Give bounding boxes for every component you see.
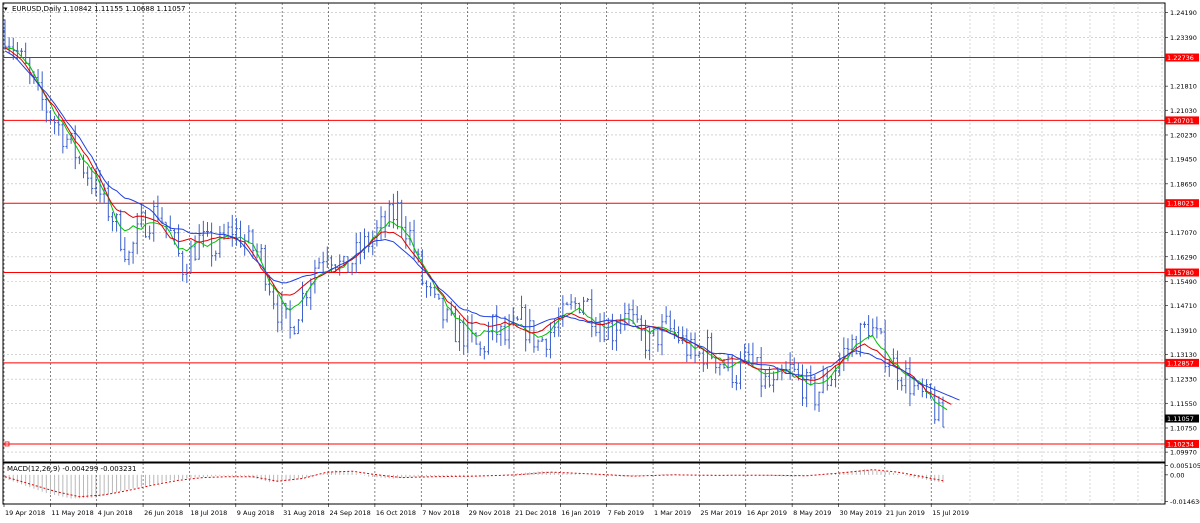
x-tick-label: 8 May 2019: [793, 509, 831, 517]
x-tick-label: 16 Apr 2019: [747, 509, 787, 517]
x-tick-label: 1 Mar 2019: [654, 509, 691, 517]
x-tick-label: 16 Jan 2019: [561, 509, 600, 517]
x-tick-label: 4 Jun 2018: [98, 509, 133, 517]
level-label: 1.22736: [1167, 54, 1194, 62]
y-tick-label: 1.13130: [1170, 351, 1197, 359]
x-tick-label: 9 Aug 2018: [237, 509, 275, 517]
y-tick-label: 1.24190: [1170, 9, 1197, 17]
y-tick-label: 1.10750: [1170, 425, 1197, 433]
macd-y-tick-label: 0.00: [1170, 471, 1184, 479]
y-tick-label: 1.09970: [1170, 449, 1197, 457]
x-tick-label: 25 Mar 2019: [700, 509, 741, 517]
symbol-label: EURUSD,Daily: [12, 5, 61, 13]
y-tick-label: 1.19450: [1170, 156, 1197, 164]
trading-chart[interactable]: 1.22736 1.20701 1.18023 1.15780 1.12857 1.102…: [0, 0, 1200, 523]
y-tick-label: 1.21030: [1170, 107, 1197, 115]
y-tick-label: 1.12330: [1170, 376, 1197, 384]
level-label: 1.12857: [1167, 359, 1194, 367]
y-tick-label: 1.14710: [1170, 302, 1197, 310]
level-label: 1.10234: [1167, 440, 1194, 448]
y-tick-label: 1.20230: [1170, 131, 1197, 139]
price-axis: 1.24190 1.23390 1.21810 1.21030 1.20230 1.194…: [1165, 9, 1197, 457]
x-tick-label: 21 Jun 2019: [886, 509, 925, 517]
y-tick-label: 1.15490: [1170, 278, 1197, 286]
x-tick-label: 30 May 2019: [839, 509, 881, 517]
y-tick-label: 1.16290: [1170, 253, 1197, 261]
x-tick-label: 19 Apr 2018: [5, 509, 45, 517]
x-tick-label: 15 Jul 2019: [932, 509, 969, 517]
chart-title-icon: ▾: [4, 5, 8, 13]
y-tick-label: 1.18650: [1170, 180, 1197, 188]
x-tick-label: 31 Aug 2018: [283, 509, 325, 517]
ohlc-label: 1.10842 1.11155 1.10688 1.11057: [63, 5, 185, 13]
y-tick-label: 1.11550: [1170, 400, 1197, 408]
x-tick-label: 29 Nov 2018: [469, 509, 511, 517]
macd-panel[interactable]: [2, 462, 1166, 505]
x-tick-label: 21 Dec 2018: [515, 509, 557, 517]
level-label: 1.18023: [1167, 200, 1194, 208]
x-tick-label: 24 Sep 2018: [330, 509, 371, 517]
level-label: 1.15780: [1167, 269, 1194, 277]
x-tick-label: 16 Oct 2018: [376, 509, 416, 517]
y-tick-label: 1.17070: [1170, 229, 1197, 237]
level-label: 1.20701: [1167, 117, 1194, 125]
x-tick-label: 7 Feb 2019: [608, 509, 644, 517]
macd-label: MACD(12,26,9) -0.004299 -0.003231: [7, 465, 136, 473]
current-price-label: 1.11057: [1167, 415, 1194, 423]
x-tick-label: 26 Jun 2018: [144, 509, 183, 517]
macd-y-tick-label: -0.014636: [1170, 498, 1200, 506]
y-tick-label: 1.13910: [1170, 327, 1197, 335]
x-tick-label: 18 Jul 2018: [190, 509, 227, 517]
macd-y-tick-label: 0.005105: [1170, 462, 1200, 470]
x-tick-label: 11 May 2018: [51, 509, 93, 517]
x-tick-label: 7 Nov 2018: [422, 509, 460, 517]
y-tick-label: 1.21810: [1170, 83, 1197, 91]
y-tick-label: 1.23390: [1170, 34, 1197, 42]
time-axis: 19 Apr 2018 11 May 2018 4 Jun 2018 26 Jun 2…: [3, 504, 969, 517]
